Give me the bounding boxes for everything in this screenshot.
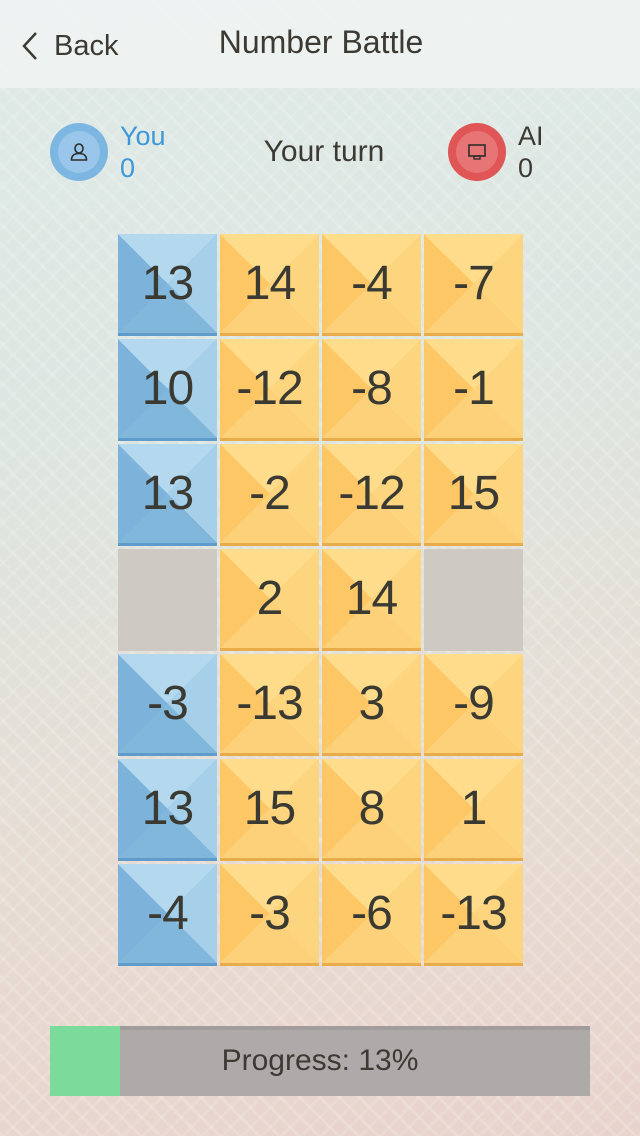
tile-value: 1 bbox=[460, 782, 488, 835]
number-tile[interactable]: -13 bbox=[220, 654, 319, 756]
tile-value: -13 bbox=[440, 887, 507, 940]
number-tile[interactable]: -12 bbox=[322, 444, 421, 546]
progress-label: Progress: 13% bbox=[221, 1044, 419, 1077]
player-ai-score: 0 bbox=[518, 153, 534, 183]
tile-value: -2 bbox=[249, 467, 291, 520]
navigation-bar: Back Number Battle bbox=[0, 0, 640, 88]
number-tile[interactable]: 10 bbox=[118, 339, 217, 441]
progress-bar: Progress: 13% bbox=[50, 1026, 590, 1096]
number-tile[interactable]: 3 bbox=[322, 654, 421, 756]
tile-value: -12 bbox=[338, 467, 405, 520]
tile-value: 13 bbox=[141, 782, 194, 835]
number-tile[interactable]: -8 bbox=[322, 339, 421, 441]
number-tile[interactable]: 15 bbox=[220, 759, 319, 861]
number-tile[interactable]: -12 bbox=[220, 339, 319, 441]
tile-value: -8 bbox=[351, 362, 393, 415]
tile-value: -4 bbox=[147, 887, 189, 940]
number-tile[interactable]: -2 bbox=[220, 444, 319, 546]
number-tile[interactable]: -6 bbox=[322, 864, 421, 966]
tile-value: -3 bbox=[147, 677, 189, 730]
tile-value: 10 bbox=[141, 362, 194, 415]
tile-value: -3 bbox=[249, 887, 291, 940]
number-tile[interactable]: -9 bbox=[424, 654, 523, 756]
tile-value: -4 bbox=[351, 257, 393, 310]
tile-value: 13 bbox=[141, 467, 194, 520]
player-ai-name: AI bbox=[518, 121, 544, 151]
empty-cell bbox=[118, 549, 217, 651]
page-title: Number Battle bbox=[218, 24, 424, 60]
tile-value: -13 bbox=[236, 677, 303, 730]
tile-value: -7 bbox=[453, 257, 495, 310]
empty-cell bbox=[424, 549, 523, 651]
number-tile[interactable]: -13 bbox=[424, 864, 523, 966]
tile-value: -12 bbox=[236, 362, 303, 415]
number-tile[interactable]: 13 bbox=[118, 234, 217, 336]
number-tile[interactable]: 1 bbox=[424, 759, 523, 861]
number-tile[interactable]: -3 bbox=[118, 654, 217, 756]
number-tile[interactable]: 2 bbox=[220, 549, 319, 651]
tile-value: 3 bbox=[358, 677, 386, 730]
number-tile[interactable]: -4 bbox=[118, 864, 217, 966]
turn-status: Your turn bbox=[263, 135, 385, 168]
tile-value: -9 bbox=[453, 677, 495, 730]
tile-value: 15 bbox=[243, 782, 296, 835]
game-board: 13 14 -4 -7 10 -12 -8 -1 13 -2 -12 15 2 14 -3 -13 3 -9 13 1… bbox=[118, 234, 523, 966]
tile-value: 14 bbox=[345, 572, 398, 625]
monitor-icon bbox=[468, 144, 486, 160]
number-tile[interactable]: 8 bbox=[322, 759, 421, 861]
tile-value: -6 bbox=[351, 887, 393, 940]
avatar-ai bbox=[448, 123, 506, 181]
number-tile[interactable]: 13 bbox=[118, 759, 217, 861]
player-ai: AI 0 bbox=[448, 120, 544, 184]
number-tile[interactable]: -3 bbox=[220, 864, 319, 966]
tile-value: 13 bbox=[141, 257, 194, 310]
tile-value: 2 bbox=[256, 572, 284, 625]
number-tile[interactable]: -4 bbox=[322, 234, 421, 336]
tile-value: 15 bbox=[447, 467, 500, 520]
number-tile[interactable]: -7 bbox=[424, 234, 523, 336]
number-tile[interactable]: 14 bbox=[322, 549, 421, 651]
number-tile[interactable]: 13 bbox=[118, 444, 217, 546]
tile-value: 14 bbox=[243, 257, 296, 310]
number-tile[interactable]: 15 bbox=[424, 444, 523, 546]
number-tile[interactable]: -1 bbox=[424, 339, 523, 441]
tile-value: 8 bbox=[358, 782, 386, 835]
tile-value: -1 bbox=[453, 362, 495, 415]
number-tile[interactable]: 14 bbox=[220, 234, 319, 336]
